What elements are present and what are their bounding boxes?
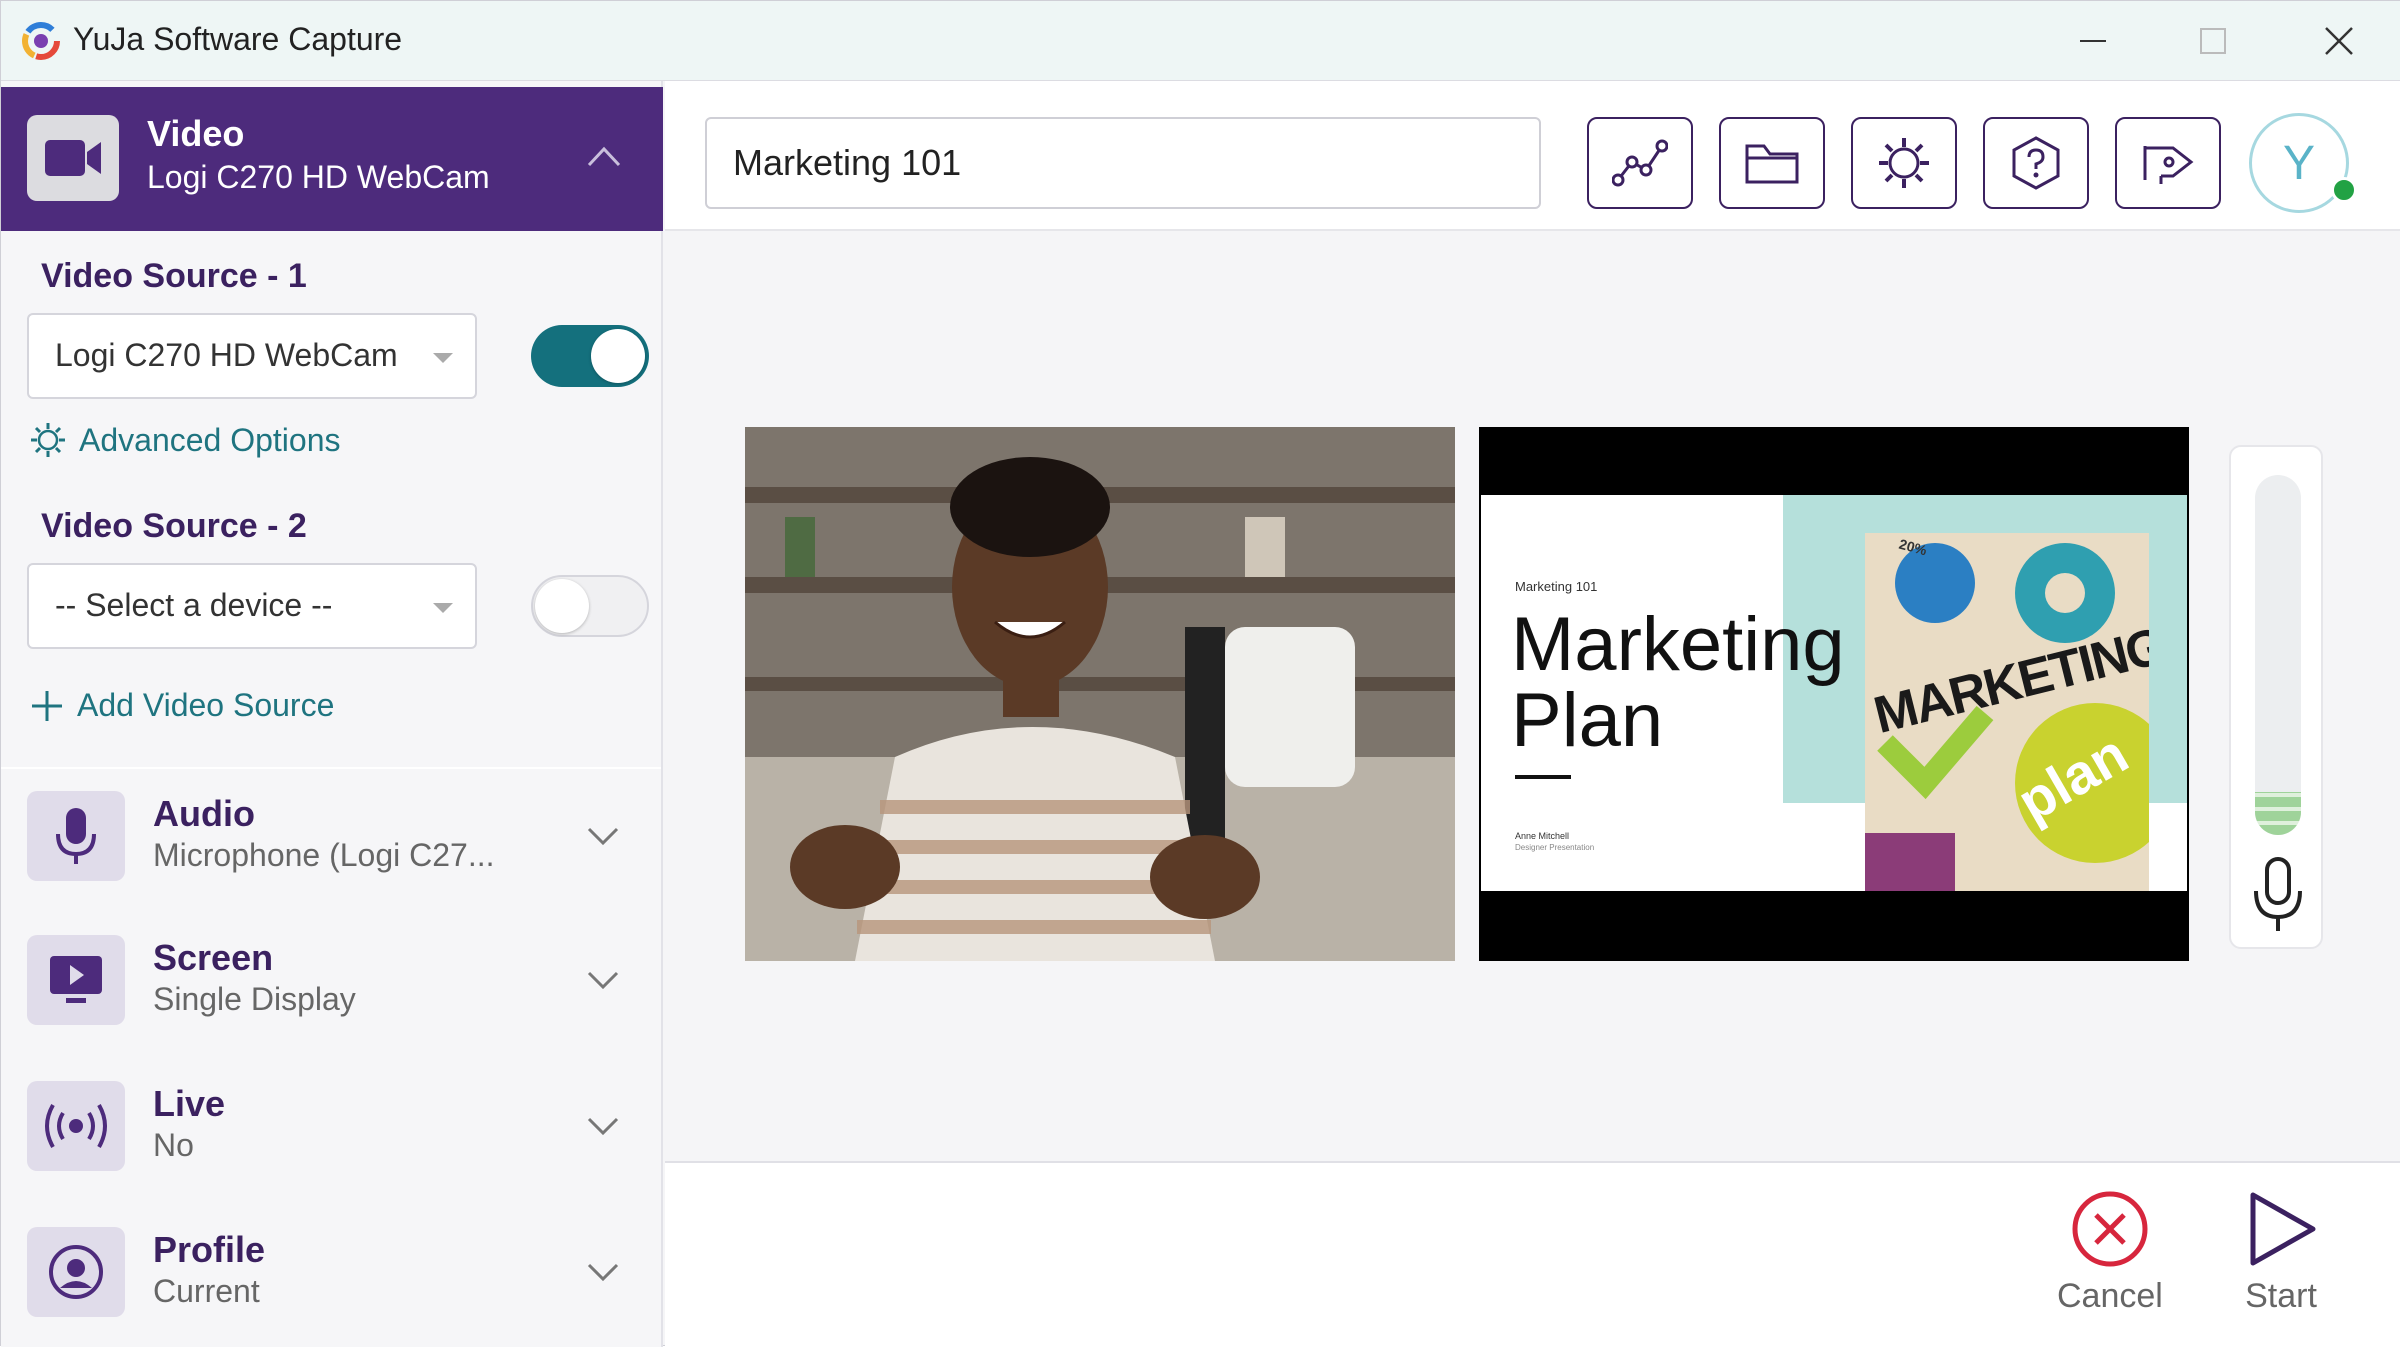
chevron-down-icon <box>587 827 619 846</box>
dropdown-caret-icon <box>433 353 453 363</box>
minimize-icon <box>2080 40 2106 42</box>
analytics-button[interactable] <box>1587 117 1693 209</box>
video-source-2-value: -- Select a device -- <box>55 587 333 623</box>
gear-icon <box>1879 138 1929 188</box>
title-bar: YuJa Software Capture <box>1 1 2400 81</box>
megaphone-icon <box>2143 146 2194 184</box>
footer-bar: Cancel Start <box>665 1161 2400 1347</box>
yuja-logo-icon <box>22 22 60 60</box>
play-icon <box>2250 1192 2316 1266</box>
video-source-2-label: Video Source - 2 <box>41 507 307 545</box>
audio-section-subtitle: Microphone (Logi C27... <box>153 837 495 873</box>
slide-author-role: Designer Presentation <box>1515 843 1595 852</box>
profile-icon <box>27 1227 125 1317</box>
help-icon <box>2012 136 2060 190</box>
online-status-dot <box>2331 177 2357 203</box>
video-source-1-value: Logi C270 HD WebCam <box>55 337 398 373</box>
broadcast-icon <box>27 1081 125 1171</box>
profile-section-subtitle: Current <box>153 1273 260 1309</box>
webcam-preview <box>745 427 1455 961</box>
slide-title-underline <box>1515 775 1571 779</box>
slide-title-line2: Plan <box>1511 678 1664 763</box>
screen-preview: 20% MARKETING plan Marketing 101 Marketi… <box>1479 427 2189 961</box>
video-source-2-toggle[interactable] <box>531 575 649 637</box>
profile-section[interactable]: Profile Current <box>1 1205 661 1345</box>
audio-level-track <box>2255 475 2301 835</box>
folder-icon <box>1745 144 1799 184</box>
main-panel: Y <box>665 81 2400 1347</box>
audio-level-meter <box>2229 445 2323 949</box>
video-source-2-select[interactable]: -- Select a device -- <box>27 563 477 649</box>
video-source-1-select[interactable]: Logi C270 HD WebCam <box>27 313 477 399</box>
minimize-button[interactable] <box>2053 15 2133 67</box>
start-button[interactable]: Start <box>2241 1189 2321 1316</box>
slide-image: 20% MARKETING plan <box>1865 533 2149 891</box>
microphone-icon <box>2254 857 2302 931</box>
screen-section-subtitle: Single Display <box>153 981 356 1017</box>
microphone-icon <box>27 791 125 881</box>
video-source-1-label: Video Source - 1 <box>41 257 307 295</box>
video-section-title: Video <box>147 113 245 154</box>
sidebar: Video Logi C270 HD WebCam Video Source -… <box>1 81 663 1347</box>
cancel-x-circle-icon <box>2072 1191 2148 1267</box>
screen-section-title: Screen <box>153 937 274 978</box>
add-video-source-link[interactable]: Add Video Source <box>29 687 334 724</box>
webcam-scene-illustration <box>745 427 1455 961</box>
live-section-subtitle: No <box>153 1127 194 1163</box>
gear-icon <box>31 423 65 457</box>
start-label: Start <box>2245 1277 2317 1315</box>
announcements-button[interactable] <box>2115 117 2221 209</box>
recording-title-input[interactable] <box>705 117 1541 209</box>
cancel-label: Cancel <box>2057 1277 2163 1315</box>
add-video-source-label: Add Video Source <box>77 687 335 723</box>
profile-section-title: Profile <box>153 1229 266 1270</box>
chevron-down-icon <box>587 1263 619 1282</box>
screen-play-icon <box>27 935 125 1025</box>
cancel-button[interactable]: Cancel <box>2057 1189 2163 1316</box>
plus-icon <box>32 690 62 721</box>
chevron-down-icon <box>587 971 619 990</box>
slide: 20% MARKETING plan Marketing 101 Marketi… <box>1481 495 2187 891</box>
live-section-title: Live <box>153 1083 226 1124</box>
maximize-button[interactable] <box>2173 15 2253 67</box>
screen-section[interactable]: Screen Single Display <box>1 913 661 1053</box>
video-section-subtitle: Logi C270 HD WebCam <box>147 159 490 195</box>
chevron-up-icon <box>587 146 621 167</box>
video-section-header[interactable]: Video Logi C270 HD WebCam <box>1 87 663 231</box>
slide-title-line1: Marketing <box>1511 602 1845 687</box>
chevron-down-icon <box>587 1117 619 1136</box>
audio-section-title: Audio <box>153 793 255 834</box>
top-toolbar: Y <box>665 81 2400 231</box>
video-camera-icon <box>27 115 119 201</box>
dropdown-caret-icon <box>433 603 453 613</box>
audio-level-fill <box>2255 791 2301 835</box>
close-icon <box>2325 27 2353 55</box>
live-section[interactable]: Live No <box>1 1059 661 1199</box>
advanced-options-label: Advanced Options <box>79 421 341 458</box>
maximize-icon <box>2200 28 2226 54</box>
slide-author: Anne Mitchell <box>1515 831 1570 841</box>
video-source-1-toggle[interactable] <box>531 325 649 387</box>
close-window-button[interactable] <box>2299 15 2379 67</box>
slide-kicker: Marketing 101 <box>1515 579 1598 594</box>
help-button[interactable] <box>1983 117 2089 209</box>
toggle-knob <box>591 329 645 383</box>
folder-button[interactable] <box>1719 117 1825 209</box>
app-window: YuJa Software Capture Video Logi C270 HD… <box>0 0 2400 1347</box>
settings-button[interactable] <box>1851 117 1957 209</box>
toggle-knob <box>535 579 589 633</box>
window-title: YuJa Software Capture <box>73 21 403 57</box>
line-chart-icon <box>1612 139 1668 187</box>
advanced-options-link[interactable]: Advanced Options <box>29 421 341 459</box>
audio-section[interactable]: Audio Microphone (Logi C27... <box>1 767 661 907</box>
